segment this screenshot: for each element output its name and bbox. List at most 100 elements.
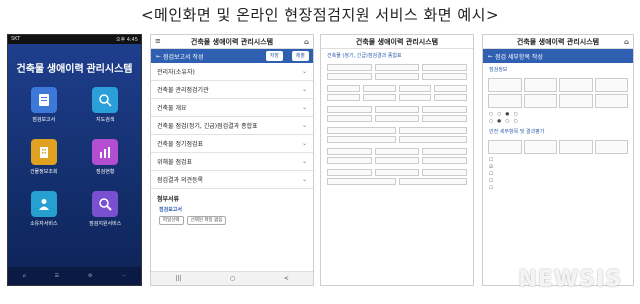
grid-cell[interactable]	[594, 94, 628, 108]
back-button-icon[interactable]: <	[284, 275, 289, 282]
form-cell[interactable]	[374, 73, 420, 80]
accordion-item[interactable]: 건축물 관리점검기관 ⌄	[151, 81, 313, 99]
tile-support-service[interactable]: 점검지원서비스	[86, 191, 126, 227]
tile-label: 점검보고서	[32, 117, 56, 123]
accordion-open-label[interactable]: 첨부서류	[151, 189, 313, 205]
form-cell[interactable]	[434, 94, 467, 101]
form-cell[interactable]	[327, 169, 372, 176]
form-cell[interactable]	[362, 94, 396, 101]
chevron-down-icon: ⌄	[301, 140, 307, 147]
form-cell[interactable]	[398, 85, 432, 92]
form-cell[interactable]	[327, 64, 372, 71]
page-title: 점검보고서 작성	[162, 53, 204, 61]
back-icon[interactable]: ←	[156, 53, 163, 60]
grid-cell[interactable]	[523, 94, 557, 108]
file-select-button[interactable]: 파일선택	[159, 216, 184, 225]
form-cell[interactable]	[327, 115, 372, 122]
checkbox-option[interactable]: ☐	[483, 171, 633, 178]
accordion-item[interactable]: 점검결과 의견등록 ⌄	[151, 171, 313, 189]
home-icon[interactable]: ⌂	[624, 38, 629, 46]
grid-cell[interactable]	[488, 78, 522, 92]
form-cell[interactable]	[327, 157, 372, 164]
form-cell[interactable]	[434, 85, 467, 92]
checkbox-option[interactable]: ☐	[483, 157, 633, 164]
radio-option[interactable]: ○ ○ ● ○	[483, 111, 633, 118]
back-icon[interactable]: ←	[488, 53, 495, 60]
grid-cell[interactable]	[559, 140, 593, 154]
nav-home-icon[interactable]: ⌂	[22, 273, 25, 279]
menu-icon[interactable]: ≡	[155, 37, 161, 45]
form-section: 안전 세부항목 및 결과평가	[483, 125, 633, 135]
grid-cell[interactable]	[594, 78, 628, 92]
grid-cell[interactable]	[488, 94, 522, 108]
form-cell[interactable]	[374, 157, 420, 164]
form-cell[interactable]	[398, 127, 467, 134]
attachment-detail: 점검보고서 파일선택 선택된 파일 없음	[151, 205, 313, 229]
form-cell[interactable]	[327, 148, 372, 155]
tile-label: 점검현황	[96, 169, 115, 175]
form-cell[interactable]	[327, 136, 396, 143]
form-cell[interactable]	[327, 127, 396, 134]
save-button[interactable]: 저장	[265, 51, 283, 61]
radio-option[interactable]: ○ ● ○ ○	[483, 118, 633, 125]
grid-cell[interactable]	[523, 140, 557, 154]
file-status: 선택된 파일 없음	[186, 216, 227, 225]
form-cell[interactable]	[327, 73, 372, 80]
form-cell[interactable]	[422, 115, 468, 122]
form-cell[interactable]	[422, 106, 468, 113]
form-cell[interactable]	[374, 169, 420, 176]
chevron-down-icon: ⌄	[301, 68, 307, 75]
grid-cell[interactable]	[559, 94, 593, 108]
form-cell[interactable]	[374, 106, 420, 113]
form-cell[interactable]	[422, 148, 468, 155]
accordion-item[interactable]: 건축물 정기점검표 ⌄	[151, 135, 313, 153]
grid-cell[interactable]	[559, 78, 593, 92]
accordion-item[interactable]: 관리자(소유자) ⌄	[151, 63, 313, 81]
accordion-item[interactable]: 건축물 개요 ⌄	[151, 99, 313, 117]
grid-cell[interactable]	[488, 140, 522, 154]
tile-label: 건물정보조회	[29, 169, 58, 175]
grid-cell[interactable]	[594, 140, 628, 154]
search-icon	[92, 87, 119, 113]
form-rows	[321, 124, 473, 143]
accordion-item[interactable]: 건축물 점검(정기, 긴급)점검결과 종합표 ⌄	[151, 117, 313, 135]
tile-label: 소유자서비스	[29, 221, 58, 227]
app-header: 건축물 생애이력 관리시스템 ⌂	[483, 35, 633, 49]
form-cell[interactable]	[422, 73, 468, 80]
tile-status[interactable]: 점검현황	[86, 139, 126, 175]
form-cell[interactable]	[327, 85, 360, 92]
form-cell[interactable]	[327, 178, 396, 185]
form-cell[interactable]	[422, 64, 468, 71]
checkbox-option[interactable]: ☐	[483, 178, 633, 185]
home-icon[interactable]: ⌂	[304, 38, 309, 46]
tile-report[interactable]: 점검보고서	[24, 87, 64, 123]
checkbox-option[interactable]: ☐	[483, 185, 633, 192]
user-icon	[30, 191, 57, 217]
app-title: 건축물 생애이력 관리시스템	[355, 37, 439, 46]
tile-map-search[interactable]: 지도검색	[86, 87, 126, 123]
form-cell[interactable]	[327, 106, 372, 113]
form-cell[interactable]	[398, 94, 432, 101]
form-cell[interactable]	[422, 169, 468, 176]
tile-owner-service[interactable]: 소유자서비스	[24, 191, 64, 227]
home-button-icon[interactable]: ○	[230, 275, 235, 282]
tile-building-info[interactable]: 건물정보조회	[24, 139, 64, 175]
report-form-screen: ≡ 건축물 생애이력 관리시스템 ⌂ ← 점검보고서 작성 저장 제출 관리자(…	[150, 34, 314, 286]
submit-button[interactable]: 제출	[291, 51, 309, 61]
form-cell[interactable]	[422, 157, 468, 164]
nav-more-icon[interactable]: ⋯	[121, 273, 126, 279]
form-cell[interactable]	[327, 94, 360, 101]
form-cell[interactable]	[398, 136, 467, 143]
form-cell[interactable]	[374, 64, 420, 71]
form-cell[interactable]	[374, 148, 420, 155]
nav-notice-icon[interactable]: ☰	[55, 273, 59, 279]
nav-settings-icon[interactable]: ⚙	[88, 273, 92, 279]
form-cell[interactable]	[362, 85, 396, 92]
form-cell[interactable]	[374, 115, 420, 122]
grid-cell[interactable]	[523, 78, 557, 92]
checkbox-option[interactable]: ☑	[483, 164, 633, 171]
recent-apps-icon[interactable]: |||	[175, 275, 181, 282]
form-cell[interactable]	[398, 178, 467, 185]
watermark-logo: NEWSIS	[518, 267, 622, 292]
accordion-item[interactable]: 위해물 점검표 ⌄	[151, 153, 313, 171]
